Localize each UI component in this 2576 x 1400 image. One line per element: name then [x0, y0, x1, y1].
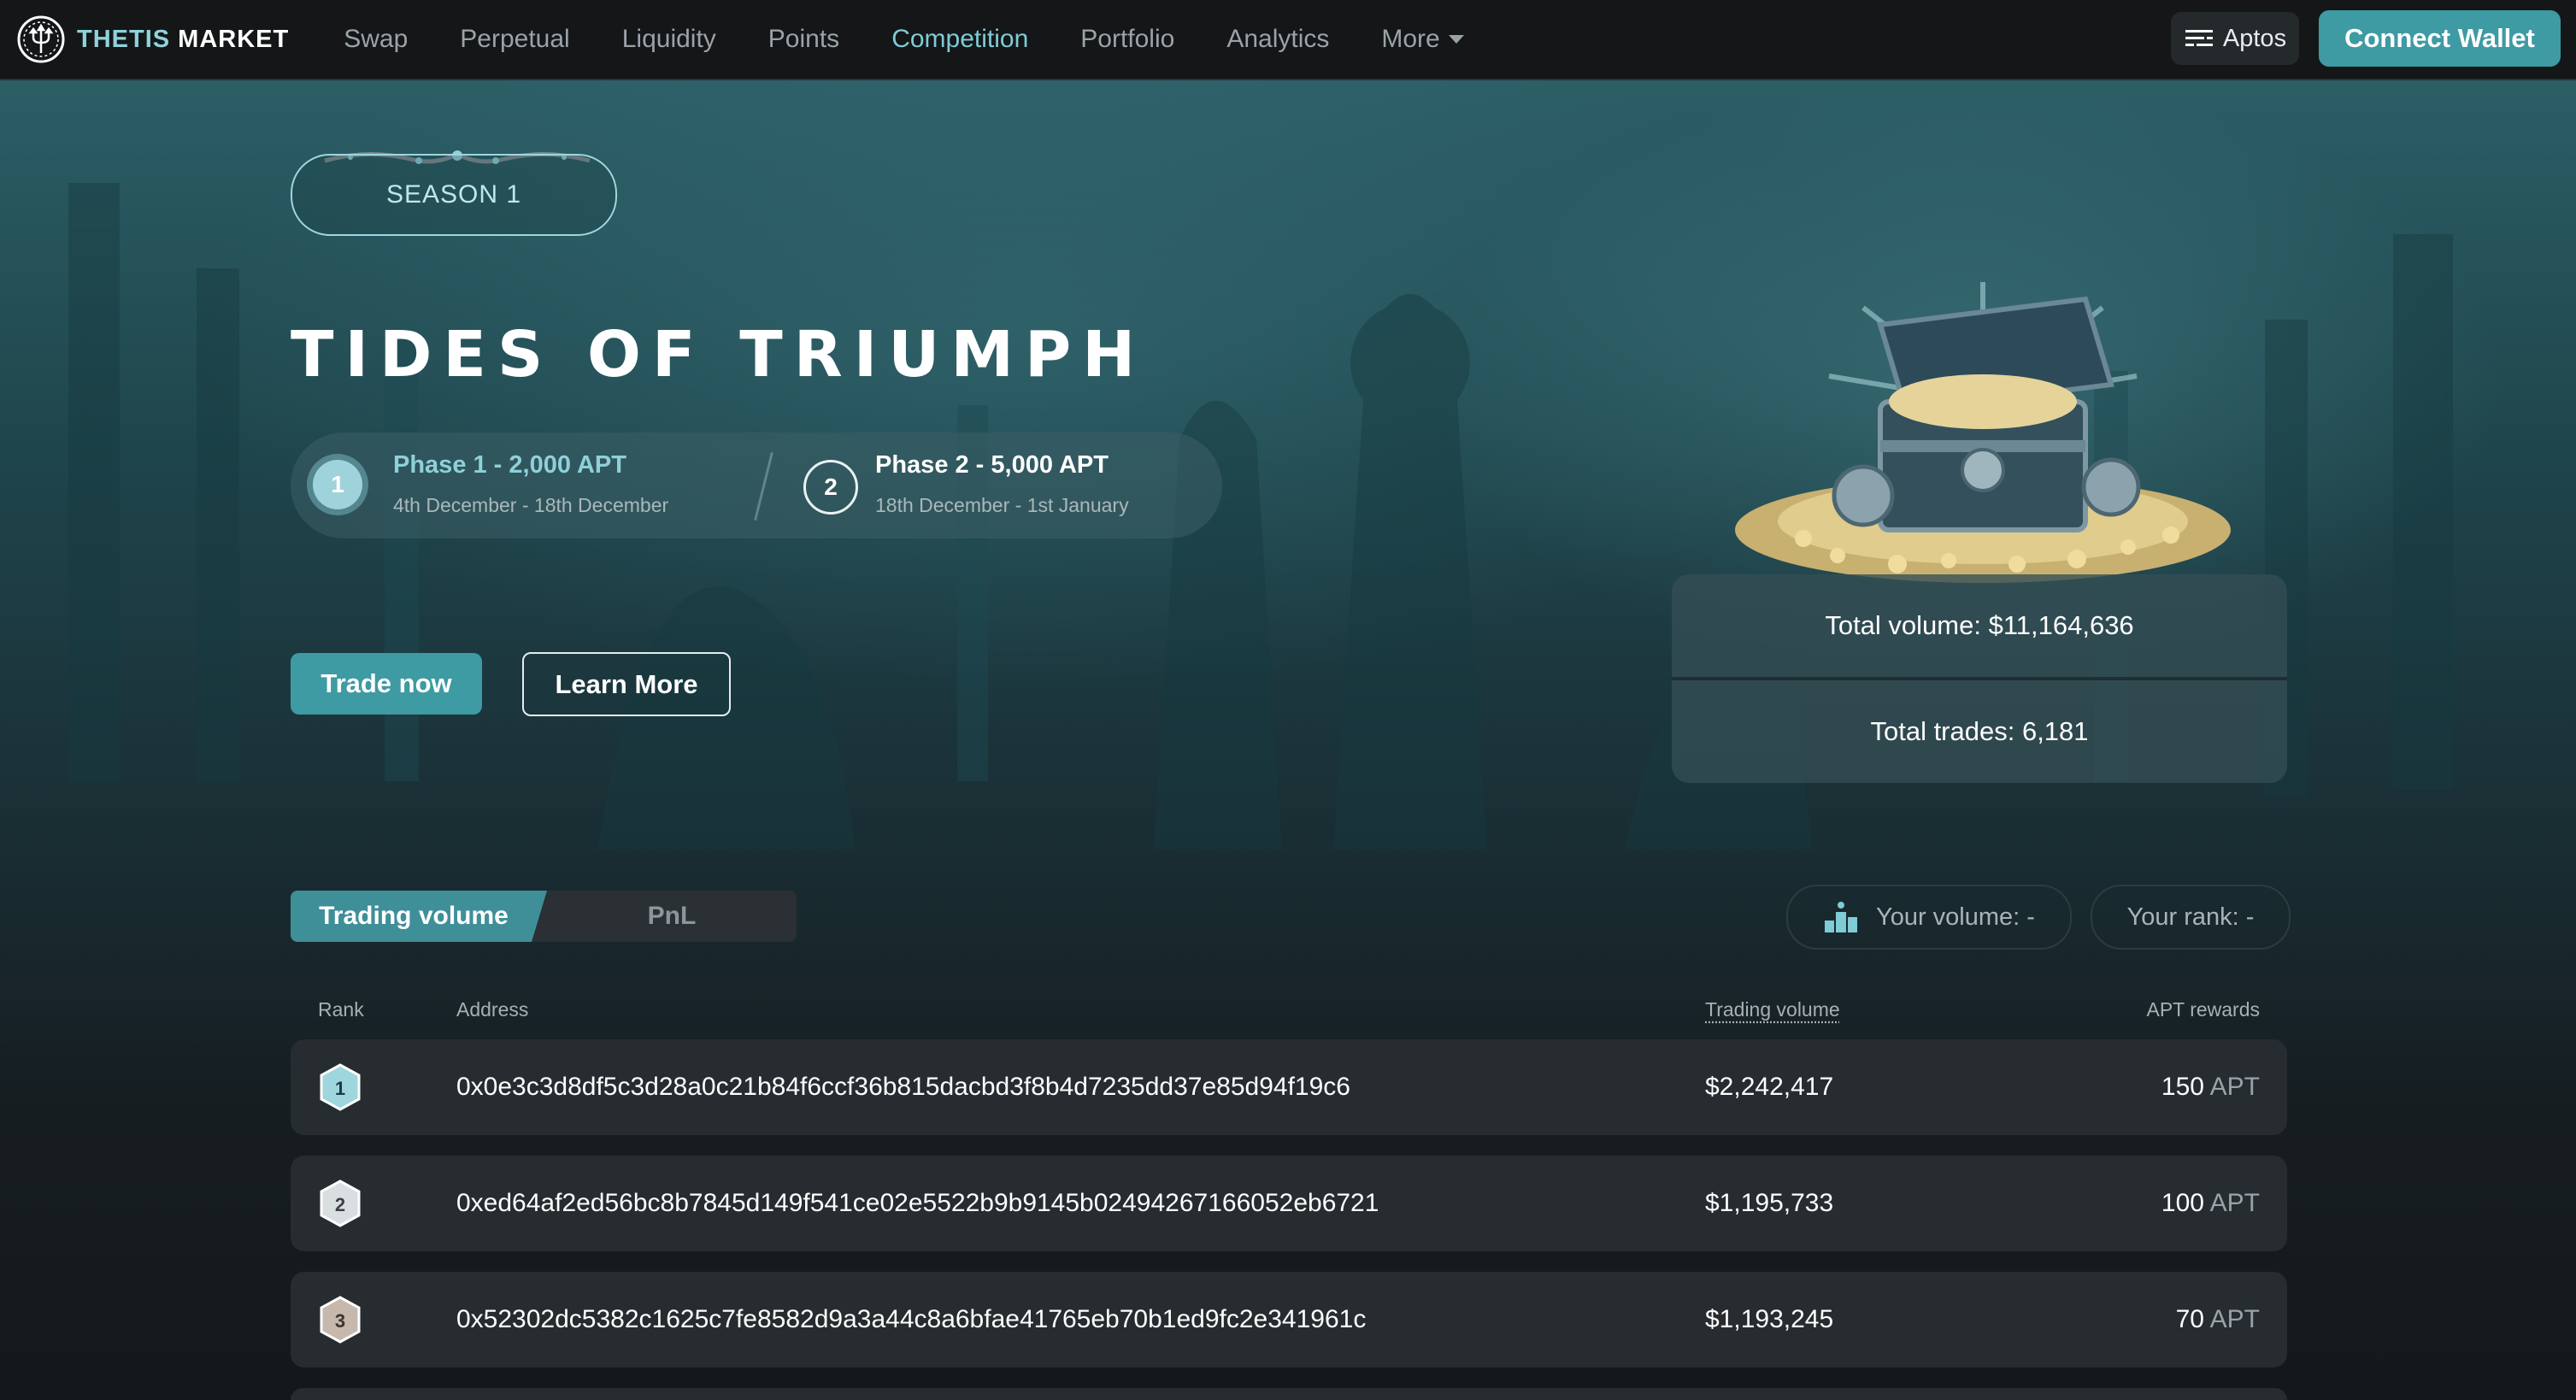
nav-more-dropdown[interactable]: More — [1381, 25, 1464, 54]
network-label: Aptos — [2222, 24, 2287, 52]
brand-name-part1: THETIS — [77, 25, 171, 53]
season-badge: SEASON 1 — [291, 154, 617, 236]
network-selector-button[interactable]: Aptos — [2171, 12, 2299, 65]
brand-name-part2: MARKET — [170, 25, 290, 53]
table-row-partial — [291, 1388, 2287, 1400]
row-3-volume: $1,193,245 — [1705, 1305, 1834, 1333]
nav-swap[interactable]: Swap — [344, 25, 408, 54]
row-2-reward-unit: APT — [2209, 1189, 2260, 1217]
trident-logo-icon — [17, 15, 65, 63]
row-1-reward: 150 APT — [2161, 1039, 2260, 1135]
column-header-trading-volume[interactable]: Trading volume — [1705, 998, 1840, 1021]
table-row[interactable]: 3 0x52302dc5382c1625c7fe8582d9a3a44c8a6b… — [291, 1272, 2287, 1368]
main-nav: Swap Perpetual Liquidity Points Competit… — [344, 25, 1516, 54]
tab-pnl[interactable]: PnL — [547, 891, 797, 942]
phase-1-indicator: 1 — [313, 460, 362, 509]
row-3-reward-unit: APT — [2209, 1305, 2260, 1333]
nav-points[interactable]: Points — [768, 25, 839, 54]
your-rank-pill: Your rank: - — [2091, 885, 2291, 950]
gold-rank-medal-icon: 1 — [320, 1063, 361, 1111]
row-3-address: 0x52302dc5382c1625c7fe8582d9a3a44c8a6bfa… — [456, 1305, 1367, 1333]
row-1-rank: 1 — [335, 1078, 345, 1099]
phase-2-dates: 18th December - 1st January — [875, 494, 1129, 516]
row-3-reward: 70 APT — [2176, 1272, 2260, 1368]
column-header-rank: Rank — [318, 998, 364, 1021]
column-header-address: Address — [456, 998, 529, 1021]
phase-timeline: 1 Phase 1 - 2,000 APT 4th December - 18t… — [291, 432, 1222, 538]
row-2-address: 0xed64af2ed56bc8b7845d149f541ce02e5522b9… — [456, 1189, 1379, 1217]
connect-wallet-button[interactable]: Connect Wallet — [2319, 10, 2561, 67]
row-3-reward-value: 70 — [2175, 1305, 2204, 1333]
nav-liquidity[interactable]: Liquidity — [622, 25, 716, 54]
nav-perpetual[interactable]: Perpetual — [460, 25, 569, 54]
brand-name: THETIS MARKET — [77, 26, 289, 54]
brand-logo-link[interactable]: THETIS MARKET — [15, 14, 289, 65]
phase-2-title: Phase 2 - 5,000 APT — [875, 451, 1109, 479]
your-volume-label: Your volume: - — [1876, 903, 2035, 931]
learn-more-button[interactable]: Learn More — [522, 652, 731, 716]
top-navigation-bar: THETIS MARKET Swap Perpetual Liquidity P… — [0, 0, 2576, 80]
nav-portfolio[interactable]: Portfolio — [1080, 25, 1174, 54]
row-1-volume: $2,242,417 — [1705, 1073, 1834, 1101]
total-trades: Total trades: 6,181 — [1870, 716, 2089, 746]
table-row[interactable]: 1 0x0e3c3d8df5c3d28a0c21b84f6ccf36b815da… — [291, 1039, 2287, 1135]
competition-stats-card: Total volume: $11,164,636 Total trades: … — [1672, 574, 2287, 783]
row-3-rank: 3 — [335, 1310, 345, 1332]
table-row[interactable]: 2 0xed64af2ed56bc8b7845d149f541ce02e5522… — [291, 1156, 2287, 1251]
silver-rank-medal-icon: 2 — [320, 1179, 361, 1227]
nav-analytics[interactable]: Analytics — [1226, 25, 1329, 54]
phase-1-title: Phase 1 - 2,000 APT — [393, 451, 626, 479]
podium-icon — [1825, 902, 1858, 932]
competition-title: TIDES OF TRIUMPH — [291, 318, 1147, 391]
bronze-rank-medal-icon: 3 — [320, 1296, 361, 1344]
row-2-rank: 2 — [335, 1194, 345, 1215]
aptos-network-icon — [2185, 30, 2213, 46]
nav-more-label: More — [1381, 25, 1440, 53]
row-1-address: 0x0e3c3d8df5c3d28a0c21b84f6ccf36b815dacb… — [456, 1073, 1350, 1101]
phase-1-dates: 4th December - 18th December — [393, 494, 669, 516]
row-2-volume: $1,195,733 — [1705, 1189, 1834, 1217]
chevron-down-icon — [1448, 35, 1464, 44]
row-1-reward-value: 150 — [2161, 1073, 2204, 1101]
your-volume-pill: Your volume: - — [1786, 885, 2072, 950]
trade-now-button[interactable]: Trade now — [291, 653, 482, 715]
phase-divider — [754, 451, 773, 521]
nav-competition[interactable]: Competition — [891, 25, 1028, 54]
treasure-chest-illustration — [1735, 282, 2231, 583]
row-1-reward-unit: APT — [2209, 1073, 2260, 1101]
row-2-reward-value: 100 — [2161, 1189, 2204, 1217]
phase-2-indicator: 2 — [803, 460, 858, 515]
total-volume: Total volume: $11,164,636 — [1825, 610, 2134, 640]
leaderboard-tabs: Trading volume PnL — [291, 891, 797, 942]
row-2-reward: 100 APT — [2161, 1156, 2260, 1251]
column-header-apt-rewards: APT rewards — [2146, 998, 2260, 1021]
tab-trading-volume[interactable]: Trading volume — [291, 891, 547, 942]
